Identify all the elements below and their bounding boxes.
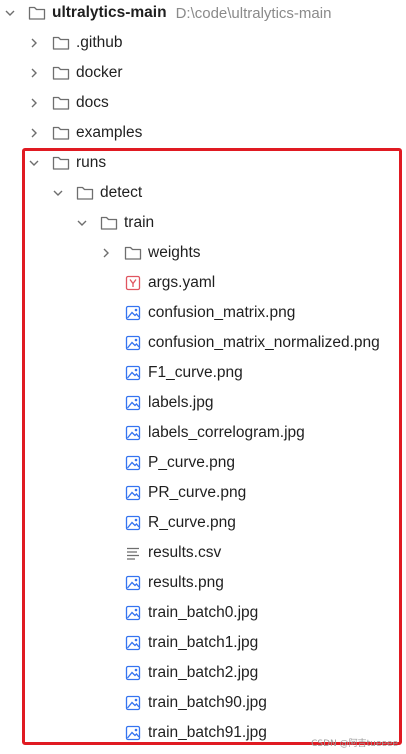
file-name: R_curve.png: [148, 514, 236, 531]
tree-row-github[interactable]: .github: [0, 28, 406, 58]
tree-row-file[interactable]: confusion_matrix_normalized.png: [0, 328, 406, 358]
chevron-right-icon[interactable]: [28, 97, 40, 109]
tree-item-label: docs: [76, 94, 109, 111]
tree-row-file[interactable]: F1_curve.png: [0, 358, 406, 388]
file-name: train_batch90.jpg: [148, 694, 267, 711]
tree-item-label: train: [124, 214, 155, 231]
tree-row-file[interactable]: confusion_matrix.png: [0, 298, 406, 328]
file-name: labels_correlogram.jpg: [148, 424, 305, 441]
tree-row-file[interactable]: args.yaml: [0, 268, 406, 298]
folder-icon: [76, 184, 94, 202]
project-tree: ultralytics-main D:\code\ultralytics-mai…: [0, 0, 406, 754]
file-name: args.yaml: [148, 274, 216, 291]
folder-icon: [124, 244, 142, 262]
tree-row-file[interactable]: train_batch2.jpg: [0, 658, 406, 688]
tree-row-runs[interactable]: runs: [0, 148, 406, 178]
image-file-icon: [124, 634, 142, 652]
file-name: confusion_matrix_normalized.png: [148, 334, 380, 351]
image-file-icon: [124, 604, 142, 622]
chevron-right-icon[interactable]: [28, 37, 40, 49]
tree-item-label: runs: [76, 154, 107, 171]
file-name: train_batch2.jpg: [148, 664, 259, 681]
file-name: P_curve.png: [148, 454, 236, 471]
project-path: D:\code\ultralytics-main: [175, 4, 332, 22]
image-file-icon: [124, 724, 142, 742]
image-file-icon: [124, 304, 142, 322]
file-name: train_batch0.jpg: [148, 604, 259, 621]
folder-icon: [100, 214, 118, 232]
tree-row-file[interactable]: P_curve.png: [0, 448, 406, 478]
image-file-icon: [124, 364, 142, 382]
image-file-icon: [124, 484, 142, 502]
folder-icon: [28, 4, 46, 22]
tree-row-weights[interactable]: weights: [0, 238, 406, 268]
chevron-right-icon[interactable]: [28, 127, 40, 139]
tree-row-file[interactable]: PR_curve.png: [0, 478, 406, 508]
file-name: results.csv: [148, 544, 222, 561]
folder-icon: [52, 124, 70, 142]
folder-icon: [52, 64, 70, 82]
tree-row-detect[interactable]: detect: [0, 178, 406, 208]
tree-item-label: examples: [76, 124, 143, 141]
file-name: F1_curve.png: [148, 364, 243, 381]
folder-icon: [52, 34, 70, 52]
tree-item-label: weights: [148, 244, 201, 261]
file-name: labels.jpg: [148, 394, 214, 411]
tree-row-train[interactable]: train: [0, 208, 406, 238]
chevron-right-icon[interactable]: [100, 247, 112, 259]
chevron-down-icon[interactable]: [52, 187, 64, 199]
image-file-icon: [124, 334, 142, 352]
chevron-down-icon[interactable]: [76, 217, 88, 229]
image-file-icon: [124, 514, 142, 532]
project-name: ultralytics-main: [52, 4, 167, 21]
tree-row-file[interactable]: labels.jpg: [0, 388, 406, 418]
tree-row-examples[interactable]: examples: [0, 118, 406, 148]
tree-row-file[interactable]: train_batch90.jpg: [0, 688, 406, 718]
image-file-icon: [124, 424, 142, 442]
watermark: CSDN @阿吉tueeee: [311, 739, 398, 749]
file-name: confusion_matrix.png: [148, 304, 296, 321]
tree-item-label: .github: [76, 34, 123, 51]
file-name: PR_curve.png: [148, 484, 247, 501]
image-file-icon: [124, 694, 142, 712]
tree-row-file[interactable]: results.png: [0, 568, 406, 598]
tree-row-file[interactable]: labels_correlogram.jpg: [0, 418, 406, 448]
yaml-file-icon: [124, 274, 142, 292]
image-file-icon: [124, 394, 142, 412]
image-file-icon: [124, 454, 142, 472]
tree-row-file[interactable]: train_batch1.jpg: [0, 628, 406, 658]
folder-icon: [52, 94, 70, 112]
chevron-right-icon[interactable]: [28, 67, 40, 79]
text-file-icon: [124, 544, 142, 562]
file-name: train_batch91.jpg: [148, 724, 267, 741]
tree-row-file[interactable]: train_batch0.jpg: [0, 598, 406, 628]
tree-row-file[interactable]: results.csv: [0, 538, 406, 568]
image-file-icon: [124, 574, 142, 592]
folder-icon: [52, 154, 70, 172]
chevron-down-icon[interactable]: [4, 7, 16, 19]
tree-row-docs[interactable]: docs: [0, 88, 406, 118]
tree-item-label: docker: [76, 64, 123, 81]
chevron-down-icon[interactable]: [28, 157, 40, 169]
tree-item-label: detect: [100, 184, 143, 201]
file-name: results.png: [148, 574, 224, 591]
tree-row-file[interactable]: R_curve.png: [0, 508, 406, 538]
image-file-icon: [124, 664, 142, 682]
file-name: train_batch1.jpg: [148, 634, 259, 651]
tree-row-docker[interactable]: docker: [0, 58, 406, 88]
tree-row-project-root[interactable]: ultralytics-main D:\code\ultralytics-mai…: [0, 0, 406, 28]
